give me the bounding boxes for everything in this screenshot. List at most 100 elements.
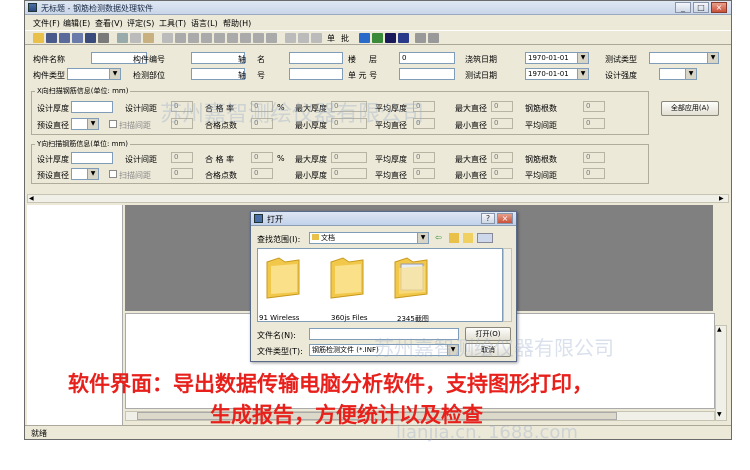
table-icon[interactable] (298, 33, 309, 43)
dark-icon[interactable] (385, 33, 396, 43)
menu-view[interactable]: 查看(V) (95, 18, 123, 29)
data-vertical-scrollbar[interactable] (715, 325, 727, 421)
back-icon[interactable]: ⇦ (435, 233, 445, 243)
x-max-diameter-field[interactable]: 0 (491, 101, 513, 112)
batch-mode-button[interactable]: 批 (341, 33, 349, 44)
folder-icon-91-wireless[interactable] (263, 254, 303, 300)
file-name-2345[interactable]: 2345截图 (397, 314, 429, 324)
line-tool-icon[interactable] (162, 33, 173, 43)
scroll-down-icon[interactable]: ▼ (717, 411, 722, 418)
diamond-icon[interactable] (359, 33, 370, 43)
test-part-field[interactable] (191, 68, 245, 80)
file-list-scrollbar[interactable] (503, 248, 512, 322)
scroll-up-icon[interactable]: ▲ (717, 326, 722, 333)
menu-help[interactable]: 帮助(H) (223, 18, 251, 29)
save-icon[interactable] (46, 33, 57, 43)
chevron-down-icon[interactable]: ▼ (417, 233, 428, 243)
axis-no-field[interactable] (289, 68, 343, 80)
y-scan-spacing-field[interactable]: 0 (171, 168, 193, 179)
disk-icon[interactable] (85, 33, 96, 43)
axis-name-field[interactable] (289, 52, 343, 64)
y-pass-rate-field[interactable]: 0 (251, 152, 273, 163)
save-all-icon[interactable] (72, 33, 83, 43)
view-menu-icon[interactable] (477, 233, 493, 243)
chart-icon[interactable] (398, 33, 409, 43)
chevron-down-icon[interactable]: ▼ (577, 53, 588, 63)
pour-date-picker[interactable]: 1970-01-01 ▼ (525, 52, 589, 64)
filter-down-icon[interactable] (415, 33, 426, 43)
x-design-thickness-field[interactable] (71, 101, 113, 113)
x-avg-spacing-field[interactable]: 0 (583, 118, 605, 129)
y-rebar-count-field[interactable]: 0 (583, 152, 605, 163)
up-folder-icon[interactable] (449, 233, 459, 243)
menu-evaluate[interactable]: 评定(S) (127, 18, 154, 29)
preview-icon[interactable] (117, 33, 128, 43)
chevron-down-icon[interactable]: ▼ (685, 69, 696, 79)
dialog-help-button[interactable]: ? (481, 213, 495, 224)
chevron-down-icon[interactable]: ▼ (87, 169, 98, 179)
y-preset-diameter-select[interactable]: ▼ (71, 168, 99, 180)
shift-tool-icon[interactable] (227, 33, 238, 43)
y-max-diameter-field[interactable]: 0 (491, 152, 513, 163)
chevron-down-icon[interactable]: ▼ (707, 53, 718, 63)
y-scan-spacing-checkbox[interactable] (109, 170, 117, 178)
apply-all-button[interactable]: 全部应用(A) (661, 101, 719, 116)
menu-tools[interactable]: 工具(T) (159, 18, 186, 29)
file-name-360js[interactable]: 360js Files (331, 314, 368, 322)
scroll-right-icon[interactable]: ▶ (719, 195, 727, 202)
file-name-91-wireless[interactable]: 91 Wireless (259, 314, 299, 322)
test-type-select[interactable]: ▼ (649, 52, 719, 64)
lookin-select[interactable]: 文档 ▼ (309, 232, 429, 244)
x-min-diameter-field[interactable]: 0 (491, 118, 513, 129)
arrow-right-tool-icon[interactable] (201, 33, 212, 43)
rotate-tool-icon[interactable] (240, 33, 251, 43)
form-scrollbar[interactable] (27, 194, 729, 203)
dialog-close-button[interactable]: × (497, 213, 513, 224)
delete-tool-icon[interactable] (253, 33, 264, 43)
y-min-thickness-field[interactable]: 0 (331, 168, 367, 179)
folder-icon-2345[interactable] (391, 254, 431, 300)
design-strength-select[interactable]: ▼ (659, 68, 697, 80)
new-folder-icon[interactable] (463, 233, 473, 243)
single-mode-button[interactable]: 单 (327, 33, 335, 44)
split-icon[interactable] (311, 33, 322, 43)
floor-field[interactable]: 0 (399, 52, 455, 64)
arrow-left-tool-icon[interactable] (214, 33, 225, 43)
save-as-icon[interactable] (59, 33, 70, 43)
scroll-left-icon[interactable]: ◀ (29, 195, 37, 202)
image-tool-icon[interactable] (266, 33, 277, 43)
minimize-button[interactable]: _ (675, 2, 691, 13)
menu-file[interactable]: 文件(F) (33, 18, 60, 29)
x-preset-diameter-select[interactable]: ▼ (71, 118, 99, 130)
test-date-picker[interactable]: 1970-01-01 ▼ (525, 68, 589, 80)
minus-tool-icon[interactable] (175, 33, 186, 43)
plus-tool-icon[interactable] (188, 33, 199, 43)
y-avg-thickness-field[interactable]: 0 (413, 152, 435, 163)
y-avg-spacing-field[interactable]: 0 (583, 168, 605, 179)
menu-language[interactable]: 语言(L) (191, 18, 218, 29)
y-design-thickness-field[interactable] (71, 152, 113, 164)
copy-icon[interactable] (130, 33, 141, 43)
folder-icon-360js[interactable] (327, 254, 367, 300)
x-rebar-count-field[interactable]: 0 (583, 101, 605, 112)
open-folder-icon[interactable] (33, 33, 44, 43)
y-pass-points-field[interactable]: 0 (251, 168, 273, 179)
y-max-thickness-field[interactable]: 0 (331, 152, 367, 163)
y-avg-diameter-field[interactable]: 0 (413, 168, 435, 179)
filter-up-icon[interactable] (428, 33, 439, 43)
component-no-field[interactable] (191, 52, 245, 64)
component-type-select[interactable]: ▼ (67, 68, 121, 80)
settings-icon[interactable] (372, 33, 383, 43)
chevron-down-icon[interactable]: ▼ (577, 69, 588, 79)
menu-edit[interactable]: 编辑(E) (63, 18, 90, 29)
close-button[interactable]: × (711, 2, 727, 13)
y-min-diameter-field[interactable]: 0 (491, 168, 513, 179)
paste-icon[interactable] (143, 33, 154, 43)
grid-icon[interactable] (285, 33, 296, 43)
chevron-down-icon[interactable]: ▼ (87, 119, 98, 129)
chevron-down-icon[interactable]: ▼ (109, 69, 120, 79)
unit-no-field[interactable] (399, 68, 455, 80)
x-scan-spacing-checkbox[interactable] (109, 120, 117, 128)
maximize-button[interactable]: □ (693, 2, 709, 13)
print-icon[interactable] (98, 33, 109, 43)
